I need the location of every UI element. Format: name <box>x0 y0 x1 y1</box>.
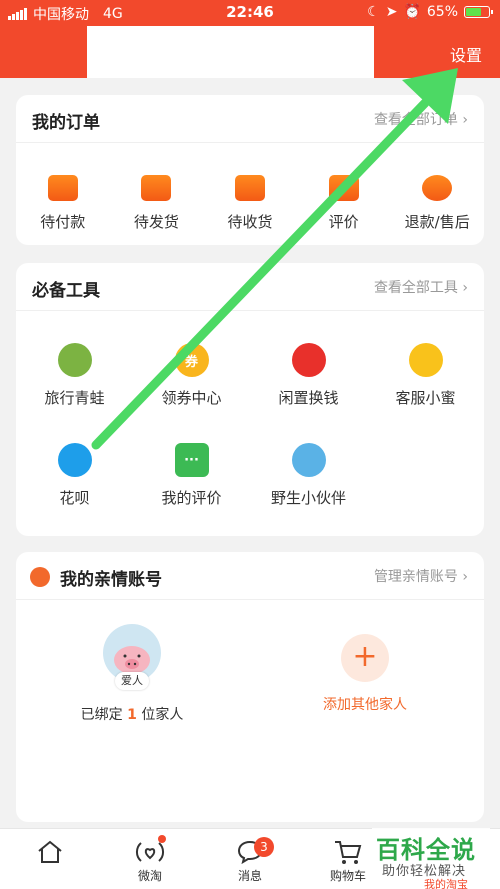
tool-huabei[interactable]: 花呗 <box>16 443 133 508</box>
tool-label: 客服小蜜 <box>395 389 456 407</box>
polar-bear-icon <box>291 443 326 477</box>
tool-coupon-center[interactable]: 券 领券中心 <box>133 343 250 408</box>
order-pending-shipment[interactable]: 待发货 <box>110 175 204 232</box>
tab-my-taobao-partial: 我的淘宝 <box>424 878 468 889</box>
orders-card: 我的订单 查看全部订单 › 待付款 待发货 待收货 评价 退款/售后 <box>16 95 484 245</box>
order-label: 评价 <box>328 213 359 231</box>
order-label: 待付款 <box>40 213 86 231</box>
tool-wild-partner[interactable]: 野生小伙伴 <box>250 443 367 508</box>
avatar-tag: 爱人 <box>115 672 149 690</box>
battery-icon <box>464 6 493 18</box>
home-icon <box>38 840 62 863</box>
order-review[interactable]: 评价 <box>297 175 391 232</box>
moneybag-icon <box>291 343 326 377</box>
view-all-tools-link[interactable]: 查看全部工具 › <box>374 277 468 297</box>
comment-icon <box>328 175 359 201</box>
tab-home[interactable] <box>10 829 90 889</box>
order-label: 待收货 <box>227 213 273 231</box>
alarm-icon: ⏰ <box>403 4 421 20</box>
cart-icon <box>335 841 362 864</box>
tools-card: 必备工具 查看全部工具 › 旅行青蛙 券 领券中心 闲置换钱 客服小蜜 花呗 ·… <box>16 263 484 536</box>
coupon-icon: 券 <box>174 343 209 377</box>
frog-icon <box>57 343 92 377</box>
battery-percent: 65% <box>426 4 458 20</box>
bound-count: 1 <box>127 707 137 723</box>
tool-my-reviews[interactable]: ··· 我的评价 <box>133 443 250 508</box>
moon-icon: ☾ <box>367 4 380 20</box>
bound-prefix: 已绑定 <box>80 707 128 723</box>
tools-title: 必备工具 <box>32 281 100 301</box>
order-label: 退款/售后 <box>404 213 470 231</box>
add-family-button[interactable]: + <box>341 634 389 682</box>
order-pending-payment[interactable]: 待付款 <box>16 175 110 232</box>
location-icon: ➤ <box>385 4 398 20</box>
chat-icon: ··· <box>174 443 209 477</box>
tool-customer-service[interactable]: 客服小蜜 <box>367 343 484 408</box>
huabei-icon <box>57 443 92 477</box>
tool-label: 花呗 <box>59 489 90 507</box>
tab-label: 消息 <box>237 869 262 883</box>
watermark: 百科全说 助你轻松解决 我的淘宝 <box>372 828 490 889</box>
order-pending-receipt[interactable]: 待收货 <box>203 175 297 232</box>
notification-dot <box>158 835 166 843</box>
family-icon <box>30 567 50 587</box>
tool-label: 我的评价 <box>161 489 222 507</box>
refund-icon <box>422 175 453 201</box>
tool-label: 野生小伙伴 <box>270 489 346 507</box>
tool-idle-exchange[interactable]: 闲置换钱 <box>250 343 367 408</box>
message-badge: 3 <box>254 837 274 857</box>
chick-icon <box>408 343 443 377</box>
tab-messages[interactable]: 3 消息 <box>210 829 290 889</box>
family-title: 我的亲情账号 <box>60 570 162 590</box>
bound-family-text: 已绑定 1 位家人 <box>16 704 248 724</box>
add-family-label[interactable]: 添加其他家人 <box>298 694 432 714</box>
tool-empty-slot <box>367 443 484 508</box>
tab-weitao[interactable]: 微淘 <box>110 829 190 889</box>
tab-label: 购物车 <box>329 869 366 883</box>
family-card: 我的亲情账号 管理亲情账号 › 爱人 已绑定 1 位家人 + 添加其他家人 <box>16 552 484 822</box>
tool-label: 闲置换钱 <box>278 389 339 407</box>
bound-suffix: 位家人 <box>136 707 184 723</box>
top-header: 中国移动 4G 22:46 ☾ ➤ ⏰ 65% 设置 <box>0 0 500 78</box>
manage-family-link[interactable]: 管理亲情账号 › <box>374 566 468 586</box>
view-all-orders-link[interactable]: 查看全部订单 › <box>374 109 468 129</box>
order-label: 待发货 <box>133 213 179 231</box>
redacted-area <box>87 26 374 78</box>
package-icon <box>141 175 172 201</box>
tool-travel-frog[interactable]: 旅行青蛙 <box>16 343 133 408</box>
orders-title: 我的订单 <box>32 113 100 133</box>
order-refund[interactable]: 退款/售后 <box>390 175 484 232</box>
status-bar: 中国移动 4G 22:46 ☾ ➤ ⏰ 65% <box>0 0 500 26</box>
tool-label: 旅行青蛙 <box>44 389 105 407</box>
truck-icon <box>234 175 265 201</box>
settings-button[interactable]: 设置 <box>450 42 482 66</box>
tab-label: 微淘 <box>137 869 162 883</box>
wallet-icon <box>47 175 78 201</box>
tool-label: 领券中心 <box>161 389 222 407</box>
